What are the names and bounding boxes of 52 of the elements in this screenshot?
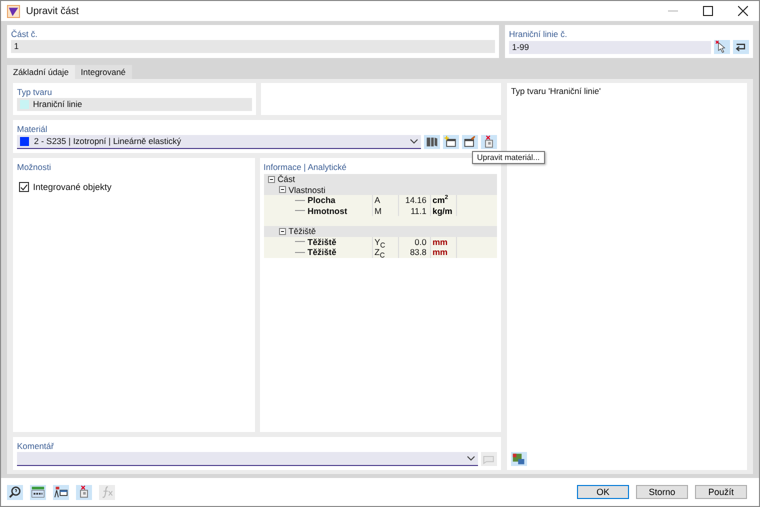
window-title: Upravit část <box>26 6 79 16</box>
section-label: Komentář <box>17 440 55 452</box>
new-window-button[interactable] <box>443 135 459 149</box>
collapse-toggle[interactable] <box>278 186 286 194</box>
section-label: Informace | Analytické <box>264 161 348 173</box>
shape-type-value: Hraniční linie <box>33 98 82 111</box>
close-icon[interactable] <box>738 6 748 16</box>
display-button[interactable] <box>53 484 69 500</box>
return-arrow-button[interactable] <box>733 40 749 54</box>
tree-label: Hmotnost <box>308 206 348 216</box>
value-cell: 83.8 <box>398 247 430 258</box>
tooltip: Upravit materiál... <box>472 151 545 164</box>
part-number-field[interactable]: 1 <box>11 40 495 53</box>
app-icon <box>7 4 20 18</box>
tree-label: Plocha <box>308 195 336 206</box>
tree-label: Těžiště <box>288 226 316 236</box>
tree-label: Těžiště <box>308 247 336 258</box>
section-label: Typ tvaru <box>17 86 53 98</box>
checkbox[interactable] <box>19 182 29 192</box>
tree-label: Vlastnosti <box>288 184 326 195</box>
display-settings-button[interactable] <box>511 452 527 466</box>
maximize-icon[interactable] <box>703 6 713 16</box>
section-label: Materiál <box>17 123 48 135</box>
chevron-icon <box>467 456 475 461</box>
delete-object-button[interactable] <box>481 135 497 149</box>
search-button[interactable] <box>7 484 23 500</box>
tab[interactable]: Integrované <box>74 65 132 79</box>
collapse-toggle[interactable] <box>268 176 274 183</box>
preview-title: Typ tvaru 'Hraniční linie' <box>511 86 602 96</box>
tab[interactable]: Základní údaje <box>7 65 75 79</box>
field-label: Hraniční linie č. <box>509 28 568 40</box>
collapse-toggle[interactable] <box>278 228 286 235</box>
section-label: Možnosti <box>17 161 52 173</box>
book-button[interactable] <box>424 135 440 149</box>
units-button[interactable] <box>30 484 46 500</box>
unit-cell: mm <box>430 247 456 258</box>
tree-label: Těžiště <box>308 236 336 247</box>
dialog-button[interactable]: OK <box>577 485 629 499</box>
pointer-button[interactable] <box>714 40 730 54</box>
delete-object-button[interactable] <box>76 484 92 500</box>
chevron-icon <box>410 139 418 144</box>
checkbox-label: Integrované objekty <box>33 182 112 192</box>
field-label: Část č. <box>11 28 38 40</box>
symbol-cell: Z$_{C}$ <box>372 247 398 258</box>
material-dropdown[interactable]: 2 - S235 | Izotropní | Lineárně elastický <box>17 135 421 149</box>
comment-dropdown[interactable] <box>17 452 478 466</box>
material-value: 2 - S235 | Izotropní | Lineárně elastický <box>34 135 182 148</box>
edit-window-button[interactable] <box>462 135 478 149</box>
dialog-button[interactable]: Použít <box>695 485 747 499</box>
boundary-lines-field[interactable]: 1-99 <box>509 40 711 54</box>
dialog-button[interactable]: Storno <box>636 485 688 499</box>
tree-label: Část <box>278 174 295 184</box>
